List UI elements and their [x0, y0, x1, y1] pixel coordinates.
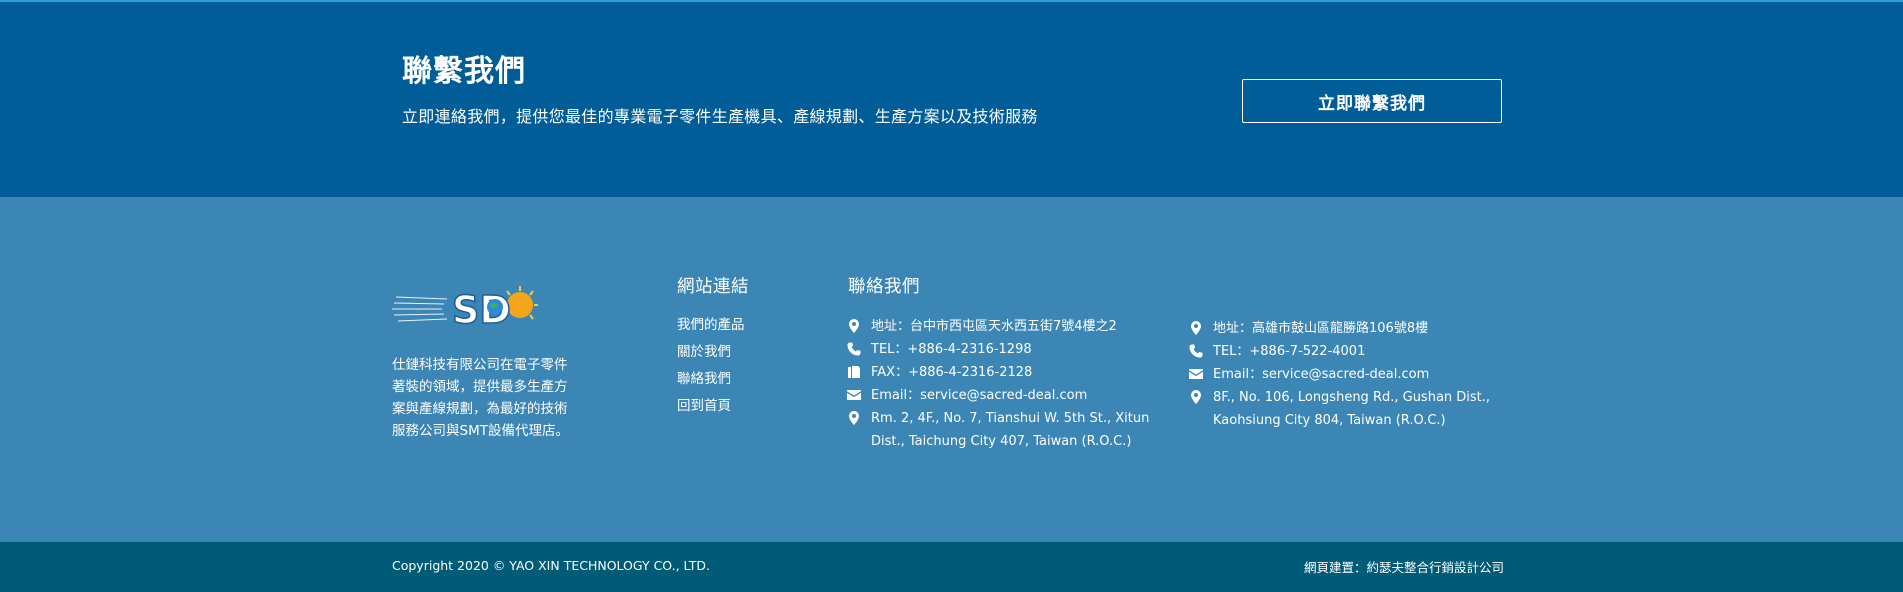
contact-item: Email：service@sacred-deal.com	[847, 384, 1165, 407]
designer-credit-link[interactable]: 網頁建置：約瑟夫整合行銷設計公司	[1304, 557, 1504, 576]
company-logo[interactable]: SD	[392, 283, 542, 331]
map-pin-icon	[847, 411, 861, 425]
company-about: 仕鏈科技有限公司在電子零件 著裝的領域，提供最多生產方 案與產線規劃，為最好的技…	[392, 354, 577, 442]
links-title: 網站連結	[677, 277, 749, 297]
address-en-text: 8F., No. 106, Longsheng Rd., Gushan Dist…	[1213, 390, 1491, 428]
map-pin-icon	[1189, 390, 1203, 404]
about-line: 著裝的領域，提供最多生產方	[392, 379, 568, 395]
contact-item: FAX：+886-4-2316-2128	[847, 361, 1165, 384]
cta-title: 聯繫我們	[402, 54, 526, 89]
fax-text: FAX：+886-4-2316-2128	[871, 365, 1033, 380]
link-about[interactable]: 關於我們	[677, 341, 745, 368]
tel-text: TEL：+886-4-2316-1298	[871, 342, 1032, 357]
contact-taichung: 地址：台中市西屯區天水西五街7號4樓之2 TEL：+886-4-2316-129…	[847, 315, 1165, 453]
about-line: 案與產線規劃，為最好的技術	[392, 401, 568, 417]
email-text[interactable]: Email：service@sacred-deal.com	[871, 384, 1165, 407]
map-pin-icon	[1189, 321, 1203, 335]
link-home[interactable]: 回到首頁	[677, 395, 745, 422]
link-contact[interactable]: 聯絡我們	[677, 368, 745, 395]
contact-item: Rm. 2, 4F., No. 7, Tianshui W. 5th St., …	[847, 407, 1165, 453]
contact-item: 地址：台中市西屯區天水西五街7號4樓之2	[847, 315, 1165, 338]
address-en-text: Rm. 2, 4F., No. 7, Tianshui W. 5th St., …	[871, 411, 1150, 449]
site-links: 我們的產品 關於我們 聯絡我們 回到首頁	[677, 314, 745, 422]
phone-icon	[847, 342, 861, 356]
contact-item: Email：service@sacred-deal.com	[1189, 363, 1524, 386]
contact-item: 8F., No. 106, Longsheng Rd., Gushan Dist…	[1189, 386, 1524, 432]
contact-cta-section: 聯繫我們 立即連絡我們，提供您最佳的專業電子零件生產機具、產線規劃、生產方案以及…	[0, 0, 1903, 197]
envelope-icon	[847, 388, 861, 402]
copyright-text: Copyright 2020 © YAO XIN TECHNOLOGY CO.,…	[392, 558, 711, 573]
cta-description: 立即連絡我們，提供您最佳的專業電子零件生產機具、產線規劃、生產方案以及技術服務	[402, 107, 1038, 126]
about-line: 仕鏈科技有限公司在電子零件	[392, 357, 568, 373]
map-pin-icon	[847, 319, 861, 333]
tel-text: TEL：+886-7-522-4001	[1213, 344, 1366, 359]
contact-item: 地址：高雄市鼓山區龍勝路106號8樓	[1189, 317, 1524, 340]
fax-icon	[847, 365, 861, 379]
about-line: 服務公司與SMT設備代理店。	[392, 423, 569, 439]
link-products[interactable]: 我們的產品	[677, 314, 745, 341]
address-text: 地址：台中市西屯區天水西五街7號4樓之2	[871, 319, 1117, 334]
phone-icon	[1189, 344, 1203, 358]
envelope-icon	[1189, 367, 1203, 381]
bottom-bar	[0, 542, 1903, 592]
contact-us-button[interactable]: 立即聯繫我們	[1242, 79, 1502, 123]
contact-title: 聯絡我們	[848, 277, 920, 297]
email-text[interactable]: Email：service@sacred-deal.com	[1213, 363, 1524, 386]
contact-item: TEL：+886-4-2316-1298	[847, 338, 1165, 361]
contact-item: TEL：+886-7-522-4001	[1189, 340, 1524, 363]
address-text: 地址：高雄市鼓山區龍勝路106號8樓	[1213, 321, 1429, 336]
contact-kaohsiung: 地址：高雄市鼓山區龍勝路106號8樓 TEL：+886-7-522-4001 E…	[1189, 317, 1524, 432]
